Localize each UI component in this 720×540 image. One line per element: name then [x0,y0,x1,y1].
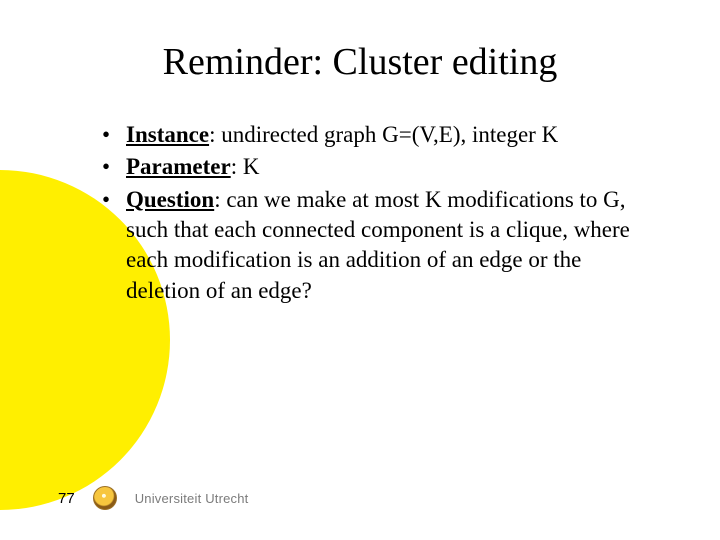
institution-name: Universiteit Utrecht [135,491,249,506]
page-number: 77 [58,490,75,507]
bullet-list: • Instance: undirected graph G=(V,E), in… [102,120,660,306]
university-logo-icon [93,486,117,510]
bullet-rest: : K [231,154,260,179]
bullet-strong: Parameter [126,154,231,179]
bullet-strong: Instance [126,122,209,147]
slide-title: Reminder: Cluster editing [60,40,660,84]
bullet-rest: : undirected graph G=(V,E), integer K [209,122,558,147]
bullet-text: Instance: undirected graph G=(V,E), inte… [126,120,660,150]
bullet-dot-icon: • [102,120,126,150]
bullet-dot-icon: • [102,185,126,306]
bullet-text: Parameter: K [126,152,660,182]
bullet-item: • Instance: undirected graph G=(V,E), in… [102,120,660,150]
bullet-dot-icon: • [102,152,126,182]
bullet-text: Question: can we make at most K modifica… [126,185,660,306]
slide-footer: 77 Universiteit Utrecht [58,486,249,510]
bullet-strong: Question [126,187,214,212]
bullet-item: • Question: can we make at most K modifi… [102,185,660,306]
slide-content: Reminder: Cluster editing • Instance: un… [0,0,720,306]
bullet-item: • Parameter: K [102,152,660,182]
